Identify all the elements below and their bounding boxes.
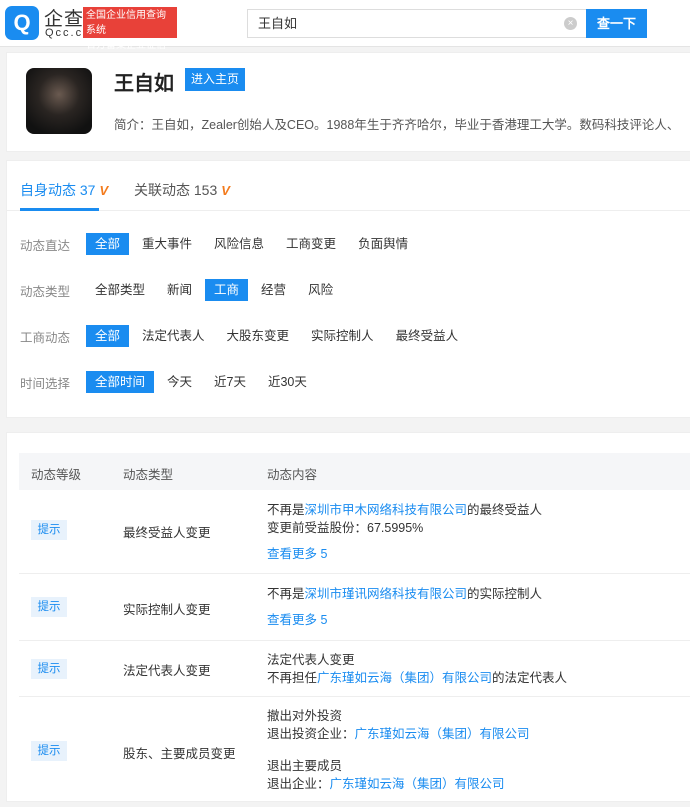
column-header: 动态等级 [31,468,82,482]
filter-option[interactable]: 经营 [252,279,295,301]
level-badge: 提示 [31,659,67,679]
filter-option[interactable]: 全部时间 [86,371,155,393]
filter-option[interactable]: 大股东变更 [218,325,299,347]
text: 撤出对外投资 [267,709,343,723]
filter-option[interactable]: 负面舆情 [349,233,417,255]
filter-option[interactable]: 重大事件 [133,233,201,255]
text: 退出投资企业： [267,727,355,741]
filter-label: 工商动态 [20,330,71,345]
filter-label: 动态类型 [20,284,71,299]
view-more-link[interactable]: 查看更多 5 [267,611,542,629]
text: 退出企业： [267,777,330,791]
text: 的最终受益人 [467,503,543,517]
tab-count: 37 [79,182,96,198]
enter-homepage-button[interactable]: 进入主页 [185,68,245,91]
company-link[interactable]: 广东瑾如云海（集团）有限公司 [330,777,505,791]
tab-count: 153 [193,182,218,198]
text: 法定代表人变更 [267,653,355,667]
filter-option[interactable]: 今天 [158,371,201,393]
dynamic-type: 法定代表人变更 [123,664,211,678]
text: 的实际控制人 [467,587,543,601]
table-row: 提示 法定代表人变更 法定代表人变更 不再担任广东瑾如云海（集团）有限公司的法定… [19,641,690,697]
person-profile-card: 王自如 进入主页 简介：王自如，Zealer创始人及CEO。1988年生于齐齐哈… [6,52,690,152]
dynamic-type: 实际控制人变更 [123,603,211,617]
slogan-line: 全国企业信用查询系统 [86,10,166,36]
table-row: 提示 实际控制人变更 不再是深圳市瑾讯网络科技有限公司的实际控制人 查看更多 5 [19,574,690,641]
filter-option[interactable]: 近30天 [259,371,316,393]
dynamic-content: 法定代表人变更 不再担任广东瑾如云海（集团）有限公司的法定代表人 [267,651,567,687]
filter-row-type: 动态类型 全部类型 新闻 工商 经营 风险 [20,279,346,301]
dynamic-type: 最终受益人变更 [123,526,211,540]
qcc-logo-icon[interactable]: Q [5,6,39,40]
level-badge: 提示 [31,741,67,761]
avatar [26,68,92,134]
column-header: 动态类型 [123,468,174,482]
filter-row-business: 工商动态 全部 法定代表人 大股东变更 实际控制人 最终受益人 [20,325,471,347]
dynamic-content: 撤出对外投资 退出投资企业：广东瑾如云海（集团）有限公司 退出主要成员 退出企业… [267,707,530,793]
vip-icon: V [221,183,230,198]
table-row: 提示 最终受益人变更 不再是深圳市甲木网络科技有限公司的最终受益人 变更前受益股… [19,490,690,574]
person-name: 王自如 [114,73,174,95]
filter-label: 时间选择 [20,376,71,391]
search-button[interactable]: 查一下 [586,9,647,38]
filter-option[interactable]: 风险信息 [205,233,273,255]
vip-icon: V [99,183,109,198]
filter-option[interactable]: 风险 [299,279,342,301]
dynamic-type: 股东、主要成员变更 [123,747,236,761]
view-more-link[interactable]: 查看更多 5 [267,545,542,563]
dynamic-content: 不再是深圳市甲木网络科技有限公司的最终受益人 变更前受益股份：67.5995% … [267,501,542,563]
search-input[interactable]: 王自如 [247,9,586,38]
filter-option[interactable]: 全部 [86,325,130,347]
text: 的法定代表人 [492,671,568,685]
filter-option[interactable]: 近7天 [205,371,255,393]
filter-option[interactable]: 最终受益人 [387,325,468,347]
filter-option[interactable]: 工商变更 [277,233,345,255]
company-link[interactable]: 深圳市瑾讯网络科技有限公司 [305,587,468,601]
filter-option[interactable]: 法定代表人 [133,325,214,347]
tab-label: 自身动态 [20,182,76,198]
filter-option[interactable]: 实际控制人 [302,325,383,347]
table-header: 动态等级 动态类型 动态内容 [19,453,690,490]
text: 退出主要成员 [267,759,343,773]
filter-card: 自身动态 37 V 关联动态 153 V 动态直达 全部 重大事件 风险信息 工商变… [6,160,690,418]
top-header: Q 企查查 Qcc.com 全国企业信用查询系统 官方备案企业征信机构 王自如 … [0,0,690,66]
column-header: 动态内容 [267,468,318,482]
filter-option[interactable]: 新闻 [158,279,201,301]
level-badge: 提示 [31,520,67,540]
dynamic-content: 不再是深圳市瑾讯网络科技有限公司的实际控制人 查看更多 5 [267,585,542,629]
company-link[interactable]: 广东瑾如云海（集团）有限公司 [355,727,530,741]
level-badge: 提示 [31,597,67,617]
filter-label: 动态直达 [20,238,71,253]
dynamics-table: 动态等级 动态类型 动态内容 提示 最终受益人变更 不再是深圳市甲木网络科技有限… [6,432,690,802]
table-row: 提示 股东、主要成员变更 撤出对外投资 退出投资企业：广东瑾如云海（集团）有限公… [19,697,690,807]
person-bio: 简介：王自如，Zealer创始人及CEO。1988年生于齐齐哈尔，毕业于香港理工… [114,118,680,132]
filter-option[interactable]: 全部类型 [86,279,154,301]
active-tab-indicator [20,208,99,211]
tab-label: 关联动态 [134,182,190,198]
filter-option[interactable]: 工商 [205,279,249,301]
dynamics-tabs: 自身动态 37 V 关联动态 153 V [7,161,690,211]
slogan-banner: 全国企业信用查询系统 官方备案企业征信机构 [83,7,177,66]
company-link[interactable]: 深圳市甲木网络科技有限公司 [305,503,468,517]
filter-row-direct: 动态直达 全部 重大事件 风险信息 工商变更 负面舆情 [20,233,421,255]
filter-row-time: 时间选择 全部时间 今天 近7天 近30天 [20,371,320,393]
clear-search-icon[interactable]: × [564,17,577,30]
filter-option[interactable]: 全部 [86,233,130,255]
text: 不再担任 [267,671,318,685]
tab-self-dynamics[interactable]: 自身动态 37 V [20,180,108,200]
text: 不再是 [267,587,305,601]
tab-related-dynamics[interactable]: 关联动态 153 V [134,180,230,200]
text: 不再是 [267,503,305,517]
company-link[interactable]: 广东瑾如云海（集团）有限公司 [317,671,492,685]
text: 变更前受益股份：67.5995% [267,521,424,535]
